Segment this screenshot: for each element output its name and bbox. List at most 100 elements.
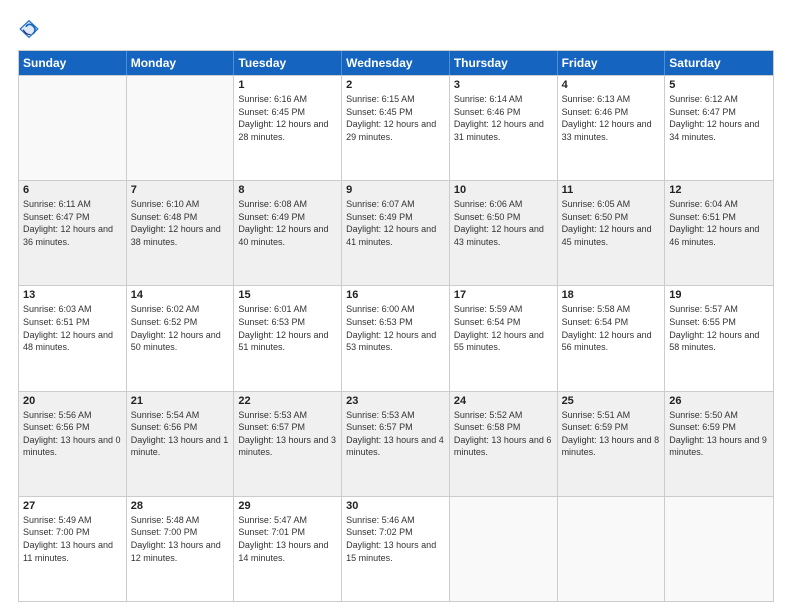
day-number: 26 bbox=[669, 395, 769, 407]
day-number: 6 bbox=[23, 184, 122, 196]
day-info: Sunrise: 5:51 AM Sunset: 6:59 PM Dayligh… bbox=[562, 409, 661, 459]
day-number: 28 bbox=[131, 500, 230, 512]
calendar-cell: 20Sunrise: 5:56 AM Sunset: 6:56 PM Dayli… bbox=[19, 392, 127, 496]
day-info: Sunrise: 6:11 AM Sunset: 6:47 PM Dayligh… bbox=[23, 198, 122, 248]
day-info: Sunrise: 5:48 AM Sunset: 7:00 PM Dayligh… bbox=[131, 514, 230, 564]
day-info: Sunrise: 6:00 AM Sunset: 6:53 PM Dayligh… bbox=[346, 303, 445, 353]
day-number: 9 bbox=[346, 184, 445, 196]
calendar-cell: 10 Sunrise: 6:06 AM Sunset: 6:50 PM Dayli… bbox=[450, 181, 558, 285]
calendar-cell: 4 Sunrise: 6:13 AM Sunset: 6:46 PM Daylig… bbox=[558, 76, 666, 180]
header bbox=[18, 18, 774, 40]
day-number: 12 bbox=[669, 184, 769, 196]
day-info: Sunrise: 5:50 AM Sunset: 6:59 PM Dayligh… bbox=[669, 409, 769, 459]
day-number: 2 bbox=[346, 79, 445, 91]
day-info: Sunrise: 5:47 AM Sunset: 7:01 PM Dayligh… bbox=[238, 514, 337, 564]
day-number: 13 bbox=[23, 289, 122, 301]
day-info: Sunrise: 5:49 AM Sunset: 7:00 PM Dayligh… bbox=[23, 514, 122, 564]
calendar-cell: 12 Sunrise: 6:04 AM Sunset: 6:51 PM Dayli… bbox=[665, 181, 773, 285]
logo bbox=[18, 18, 42, 40]
day-info: Sunrise: 5:59 AM Sunset: 6:54 PM Dayligh… bbox=[454, 303, 553, 353]
day-info: Sunrise: 6:07 AM Sunset: 6:49 PM Dayligh… bbox=[346, 198, 445, 248]
calendar-cell bbox=[558, 497, 666, 601]
day-number: 16 bbox=[346, 289, 445, 301]
calendar-cell: 23Sunrise: 5:53 AM Sunset: 6:57 PM Dayli… bbox=[342, 392, 450, 496]
day-info: Sunrise: 6:01 AM Sunset: 6:53 PM Dayligh… bbox=[238, 303, 337, 353]
day-number: 8 bbox=[238, 184, 337, 196]
calendar-cell: 30 Sunrise: 5:46 AM Sunset: 7:02 PM Dayli… bbox=[342, 497, 450, 601]
calendar-header-cell: Wednesday bbox=[342, 51, 450, 75]
day-info: Sunrise: 6:08 AM Sunset: 6:49 PM Dayligh… bbox=[238, 198, 337, 248]
day-number: 4 bbox=[562, 79, 661, 91]
day-info: Sunrise: 6:10 AM Sunset: 6:48 PM Dayligh… bbox=[131, 198, 230, 248]
day-info: Sunrise: 6:02 AM Sunset: 6:52 PM Dayligh… bbox=[131, 303, 230, 353]
day-number: 3 bbox=[454, 79, 553, 91]
day-info: Sunrise: 5:57 AM Sunset: 6:55 PM Dayligh… bbox=[669, 303, 769, 353]
calendar-cell bbox=[450, 497, 558, 601]
calendar-cell: 21 Sunrise: 5:54 AM Sunset: 6:56 PM Dayli… bbox=[127, 392, 235, 496]
calendar-cell: 1Sunrise: 6:16 AM Sunset: 6:45 PM Daylig… bbox=[234, 76, 342, 180]
day-number: 18 bbox=[562, 289, 661, 301]
calendar-row: 1Sunrise: 6:16 AM Sunset: 6:45 PM Daylig… bbox=[19, 75, 773, 180]
calendar-cell: 16 Sunrise: 6:00 AM Sunset: 6:53 PM Dayli… bbox=[342, 286, 450, 390]
day-number: 14 bbox=[131, 289, 230, 301]
day-number: 23 bbox=[346, 395, 445, 407]
logo-icon bbox=[18, 18, 40, 40]
calendar-cell: 15 Sunrise: 6:01 AM Sunset: 6:53 PM Dayli… bbox=[234, 286, 342, 390]
calendar-cell: 18 Sunrise: 5:58 AM Sunset: 6:54 PM Dayli… bbox=[558, 286, 666, 390]
calendar-cell bbox=[127, 76, 235, 180]
day-info: Sunrise: 5:58 AM Sunset: 6:54 PM Dayligh… bbox=[562, 303, 661, 353]
day-number: 29 bbox=[238, 500, 337, 512]
calendar-cell: 11 Sunrise: 6:05 AM Sunset: 6:50 PM Dayli… bbox=[558, 181, 666, 285]
day-info: Sunrise: 5:46 AM Sunset: 7:02 PM Dayligh… bbox=[346, 514, 445, 564]
day-info: Sunrise: 6:04 AM Sunset: 6:51 PM Dayligh… bbox=[669, 198, 769, 248]
calendar-header-cell: Tuesday bbox=[234, 51, 342, 75]
day-number: 30 bbox=[346, 500, 445, 512]
day-info: Sunrise: 6:13 AM Sunset: 6:46 PM Dayligh… bbox=[562, 93, 661, 143]
calendar-cell: 6 Sunrise: 6:11 AM Sunset: 6:47 PM Daylig… bbox=[19, 181, 127, 285]
calendar-header-cell: Saturday bbox=[665, 51, 773, 75]
calendar-row: 13Sunrise: 6:03 AM Sunset: 6:51 PM Dayli… bbox=[19, 285, 773, 390]
calendar-row: 20Sunrise: 5:56 AM Sunset: 6:56 PM Dayli… bbox=[19, 391, 773, 496]
calendar-header-cell: Sunday bbox=[19, 51, 127, 75]
calendar-header-row: SundayMondayTuesdayWednesdayThursdayFrid… bbox=[19, 51, 773, 75]
day-info: Sunrise: 6:12 AM Sunset: 6:47 PM Dayligh… bbox=[669, 93, 769, 143]
calendar: SundayMondayTuesdayWednesdayThursdayFrid… bbox=[18, 50, 774, 602]
day-number: 5 bbox=[669, 79, 769, 91]
calendar-cell: 26 Sunrise: 5:50 AM Sunset: 6:59 PM Dayli… bbox=[665, 392, 773, 496]
day-number: 7 bbox=[131, 184, 230, 196]
calendar-cell: 24 Sunrise: 5:52 AM Sunset: 6:58 PM Dayli… bbox=[450, 392, 558, 496]
day-number: 19 bbox=[669, 289, 769, 301]
calendar-header-cell: Monday bbox=[127, 51, 235, 75]
calendar-row: 6 Sunrise: 6:11 AM Sunset: 6:47 PM Daylig… bbox=[19, 180, 773, 285]
calendar-row: 27 Sunrise: 5:49 AM Sunset: 7:00 PM Dayli… bbox=[19, 496, 773, 601]
day-number: 21 bbox=[131, 395, 230, 407]
calendar-cell: 27 Sunrise: 5:49 AM Sunset: 7:00 PM Dayli… bbox=[19, 497, 127, 601]
calendar-header-cell: Thursday bbox=[450, 51, 558, 75]
day-info: Sunrise: 5:54 AM Sunset: 6:56 PM Dayligh… bbox=[131, 409, 230, 459]
calendar-cell: 8 Sunrise: 6:08 AM Sunset: 6:49 PM Daylig… bbox=[234, 181, 342, 285]
day-info: Sunrise: 5:56 AM Sunset: 6:56 PM Dayligh… bbox=[23, 409, 122, 459]
calendar-cell: 17Sunrise: 5:59 AM Sunset: 6:54 PM Dayli… bbox=[450, 286, 558, 390]
day-info: Sunrise: 6:16 AM Sunset: 6:45 PM Dayligh… bbox=[238, 93, 337, 143]
calendar-cell: 28 Sunrise: 5:48 AM Sunset: 7:00 PM Dayli… bbox=[127, 497, 235, 601]
day-number: 10 bbox=[454, 184, 553, 196]
calendar-cell bbox=[665, 497, 773, 601]
calendar-cell: 22Sunrise: 5:53 AM Sunset: 6:57 PM Dayli… bbox=[234, 392, 342, 496]
day-number: 24 bbox=[454, 395, 553, 407]
day-info: Sunrise: 5:52 AM Sunset: 6:58 PM Dayligh… bbox=[454, 409, 553, 459]
calendar-cell: 9 Sunrise: 6:07 AM Sunset: 6:49 PM Daylig… bbox=[342, 181, 450, 285]
page: SundayMondayTuesdayWednesdayThursdayFrid… bbox=[0, 0, 792, 612]
calendar-body: 1Sunrise: 6:16 AM Sunset: 6:45 PM Daylig… bbox=[19, 75, 773, 601]
calendar-cell: 5 Sunrise: 6:12 AM Sunset: 6:47 PM Daylig… bbox=[665, 76, 773, 180]
calendar-cell: 2 Sunrise: 6:15 AM Sunset: 6:45 PM Daylig… bbox=[342, 76, 450, 180]
calendar-cell: 14 Sunrise: 6:02 AM Sunset: 6:52 PM Dayli… bbox=[127, 286, 235, 390]
calendar-cell: 13Sunrise: 6:03 AM Sunset: 6:51 PM Dayli… bbox=[19, 286, 127, 390]
calendar-cell: 19 Sunrise: 5:57 AM Sunset: 6:55 PM Dayli… bbox=[665, 286, 773, 390]
day-info: Sunrise: 6:15 AM Sunset: 6:45 PM Dayligh… bbox=[346, 93, 445, 143]
day-info: Sunrise: 6:06 AM Sunset: 6:50 PM Dayligh… bbox=[454, 198, 553, 248]
day-number: 11 bbox=[562, 184, 661, 196]
day-info: Sunrise: 6:05 AM Sunset: 6:50 PM Dayligh… bbox=[562, 198, 661, 248]
day-number: 27 bbox=[23, 500, 122, 512]
day-number: 15 bbox=[238, 289, 337, 301]
calendar-cell bbox=[19, 76, 127, 180]
